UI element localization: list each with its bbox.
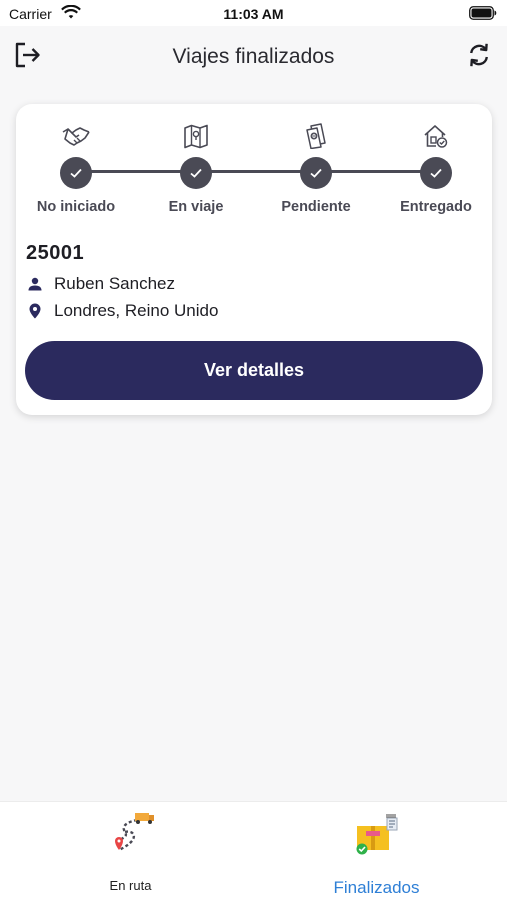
trip-card: No iniciado En viaje Pendiente Entregado… <box>16 104 492 415</box>
location-pin-icon <box>26 302 44 320</box>
refresh-button[interactable] <box>463 42 495 72</box>
map-icon <box>182 122 210 150</box>
trip-id: 25001 <box>26 242 85 264</box>
tab-en-ruta[interactable]: En ruta <box>4 802 257 900</box>
bottom-navigation: En ruta Finalizados <box>0 801 507 900</box>
step-entregado: Entregado <box>381 122 491 215</box>
trip-status-stepper: No iniciado En viaje Pendiente Entregado <box>16 104 492 224</box>
step-en-viaje: En viaje <box>141 122 251 215</box>
route-truck-icon <box>107 810 155 858</box>
step-check-entregado <box>420 157 452 189</box>
refresh-icon <box>467 42 491 73</box>
location-row: Londres, Reino Unido <box>26 301 218 321</box>
driver-row: Ruben Sanchez <box>26 274 175 294</box>
step-label: Pendiente <box>281 199 351 215</box>
step-check-no-iniciado <box>60 157 92 189</box>
status-bar: Carrier 11:03 AM <box>0 0 507 26</box>
tab-finalizados[interactable]: Finalizados <box>250 802 503 900</box>
location-text: Londres, Reino Unido <box>54 301 219 320</box>
home-delivered-icon <box>422 122 450 150</box>
tab-label: Finalizados <box>333 878 420 897</box>
step-pendiente: Pendiente <box>261 122 371 215</box>
step-label: En viaje <box>168 199 224 215</box>
page-title: Viajes finalizados <box>172 45 335 68</box>
step-check-pendiente <box>300 157 332 189</box>
app-header: Viajes finalizados <box>0 26 507 88</box>
tab-label: En ruta <box>109 878 152 893</box>
person-icon <box>26 275 44 293</box>
driver-name: Ruben Sanchez <box>54 274 175 293</box>
ver-detalles-button[interactable]: Ver detalles <box>25 341 483 400</box>
status-time: 11:03 AM <box>223 6 284 22</box>
document-icon <box>302 122 330 150</box>
step-label: Entregado <box>400 199 472 215</box>
handshake-icon <box>62 122 90 150</box>
step-no-iniciado: No iniciado <box>21 122 131 215</box>
battery-icon <box>469 6 497 25</box>
delivered-boxes-icon <box>353 810 401 858</box>
step-label: No iniciado <box>36 199 116 215</box>
step-check-en-viaje <box>180 157 212 189</box>
